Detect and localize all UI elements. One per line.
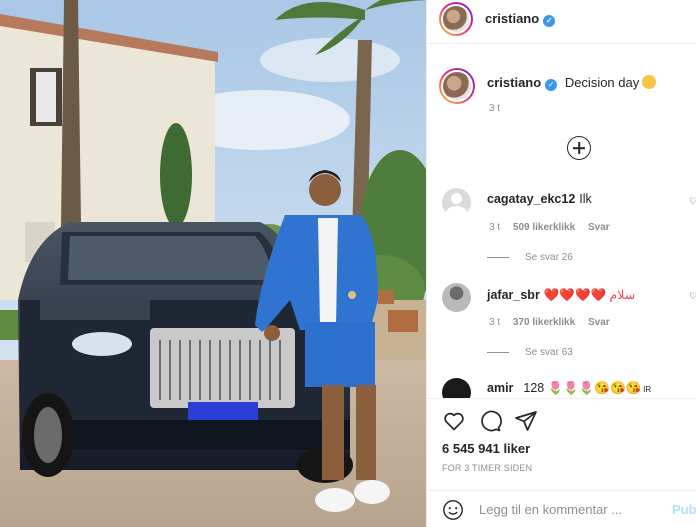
comment-reply-button[interactable]: Svar <box>588 222 610 233</box>
verified-badge-icon: ✓ <box>545 79 558 91</box>
caption-avatar[interactable] <box>439 68 475 104</box>
comment-likes[interactable]: 370 likerklikk <box>513 317 575 328</box>
post-actions: 6 545 941 liker FOR 3 TIMER SIDEN <box>427 398 696 498</box>
comment-username[interactable]: amir <box>487 381 513 395</box>
comment-time[interactable]: 3 t <box>489 222 500 233</box>
comment-composer: Publiser <box>427 490 696 527</box>
likes-count[interactable]: 6 545 941 liker <box>442 441 530 456</box>
author-username[interactable]: cristiano ✓ <box>485 11 556 27</box>
post-comment-button[interactable]: Publiser <box>672 502 696 517</box>
comment-like-heart-icon[interactable]: ♡ <box>689 291 696 301</box>
caption-username[interactable]: cristiano <box>487 75 541 90</box>
comment-likes[interactable]: 509 likerklikk <box>513 222 575 233</box>
comment-avatar[interactable] <box>442 283 471 312</box>
post-image <box>0 0 426 527</box>
like-heart-icon[interactable] <box>442 409 466 433</box>
post-panel: cristiano ✓ cristiano ✓ Decision day 3 t c… <box>426 0 696 527</box>
comment-text: amir 128 🌷🌷🌷😘😘😘 IR <box>487 381 652 395</box>
comment-like-heart-icon[interactable]: ♡ <box>689 196 696 206</box>
view-replies-button[interactable]: Se svar 26 <box>487 252 573 263</box>
caption-text: Decision day <box>564 75 640 90</box>
comment-meta: 3 t 370 likerklikk Svar <box>489 317 620 328</box>
comment-username[interactable]: cagatay_ekc12 <box>487 192 575 206</box>
verified-badge-icon: ✓ <box>543 15 556 27</box>
comment-text: jafar_sbr ❤️❤️❤️❤️ سلام <box>487 288 636 302</box>
post-timestamp[interactable]: FOR 3 TIMER SIDEN <box>442 463 532 473</box>
post-photo[interactable] <box>0 0 426 527</box>
share-paper-plane-icon[interactable] <box>514 409 538 433</box>
comment-avatar[interactable] <box>442 378 471 398</box>
comment-text: cagatay_ekc12 Ilk <box>487 192 592 206</box>
thinking-face-icon <box>642 75 657 89</box>
comment-username[interactable]: jafar_sbr <box>487 288 540 302</box>
comment-item: amir 128 🌷🌷🌷😘😘😘 IR <box>427 378 696 398</box>
post-header: cristiano ✓ <box>427 0 696 44</box>
author-avatar[interactable] <box>439 2 473 36</box>
comment-avatar[interactable] <box>442 188 471 217</box>
comment-time[interactable]: 3 t <box>489 317 500 328</box>
comment-input[interactable] <box>479 498 659 520</box>
view-replies-button[interactable]: Se svar 63 <box>487 347 573 358</box>
caption-time[interactable]: 3 t <box>489 103 500 114</box>
comment-bubble-icon[interactable] <box>478 409 502 433</box>
comment-reply-button[interactable]: Svar <box>588 317 610 328</box>
load-more-comments-button[interactable] <box>567 136 591 160</box>
comment-meta: 3 t 509 likerklikk Svar <box>489 222 620 233</box>
emoji-smiley-icon[interactable] <box>442 499 464 521</box>
